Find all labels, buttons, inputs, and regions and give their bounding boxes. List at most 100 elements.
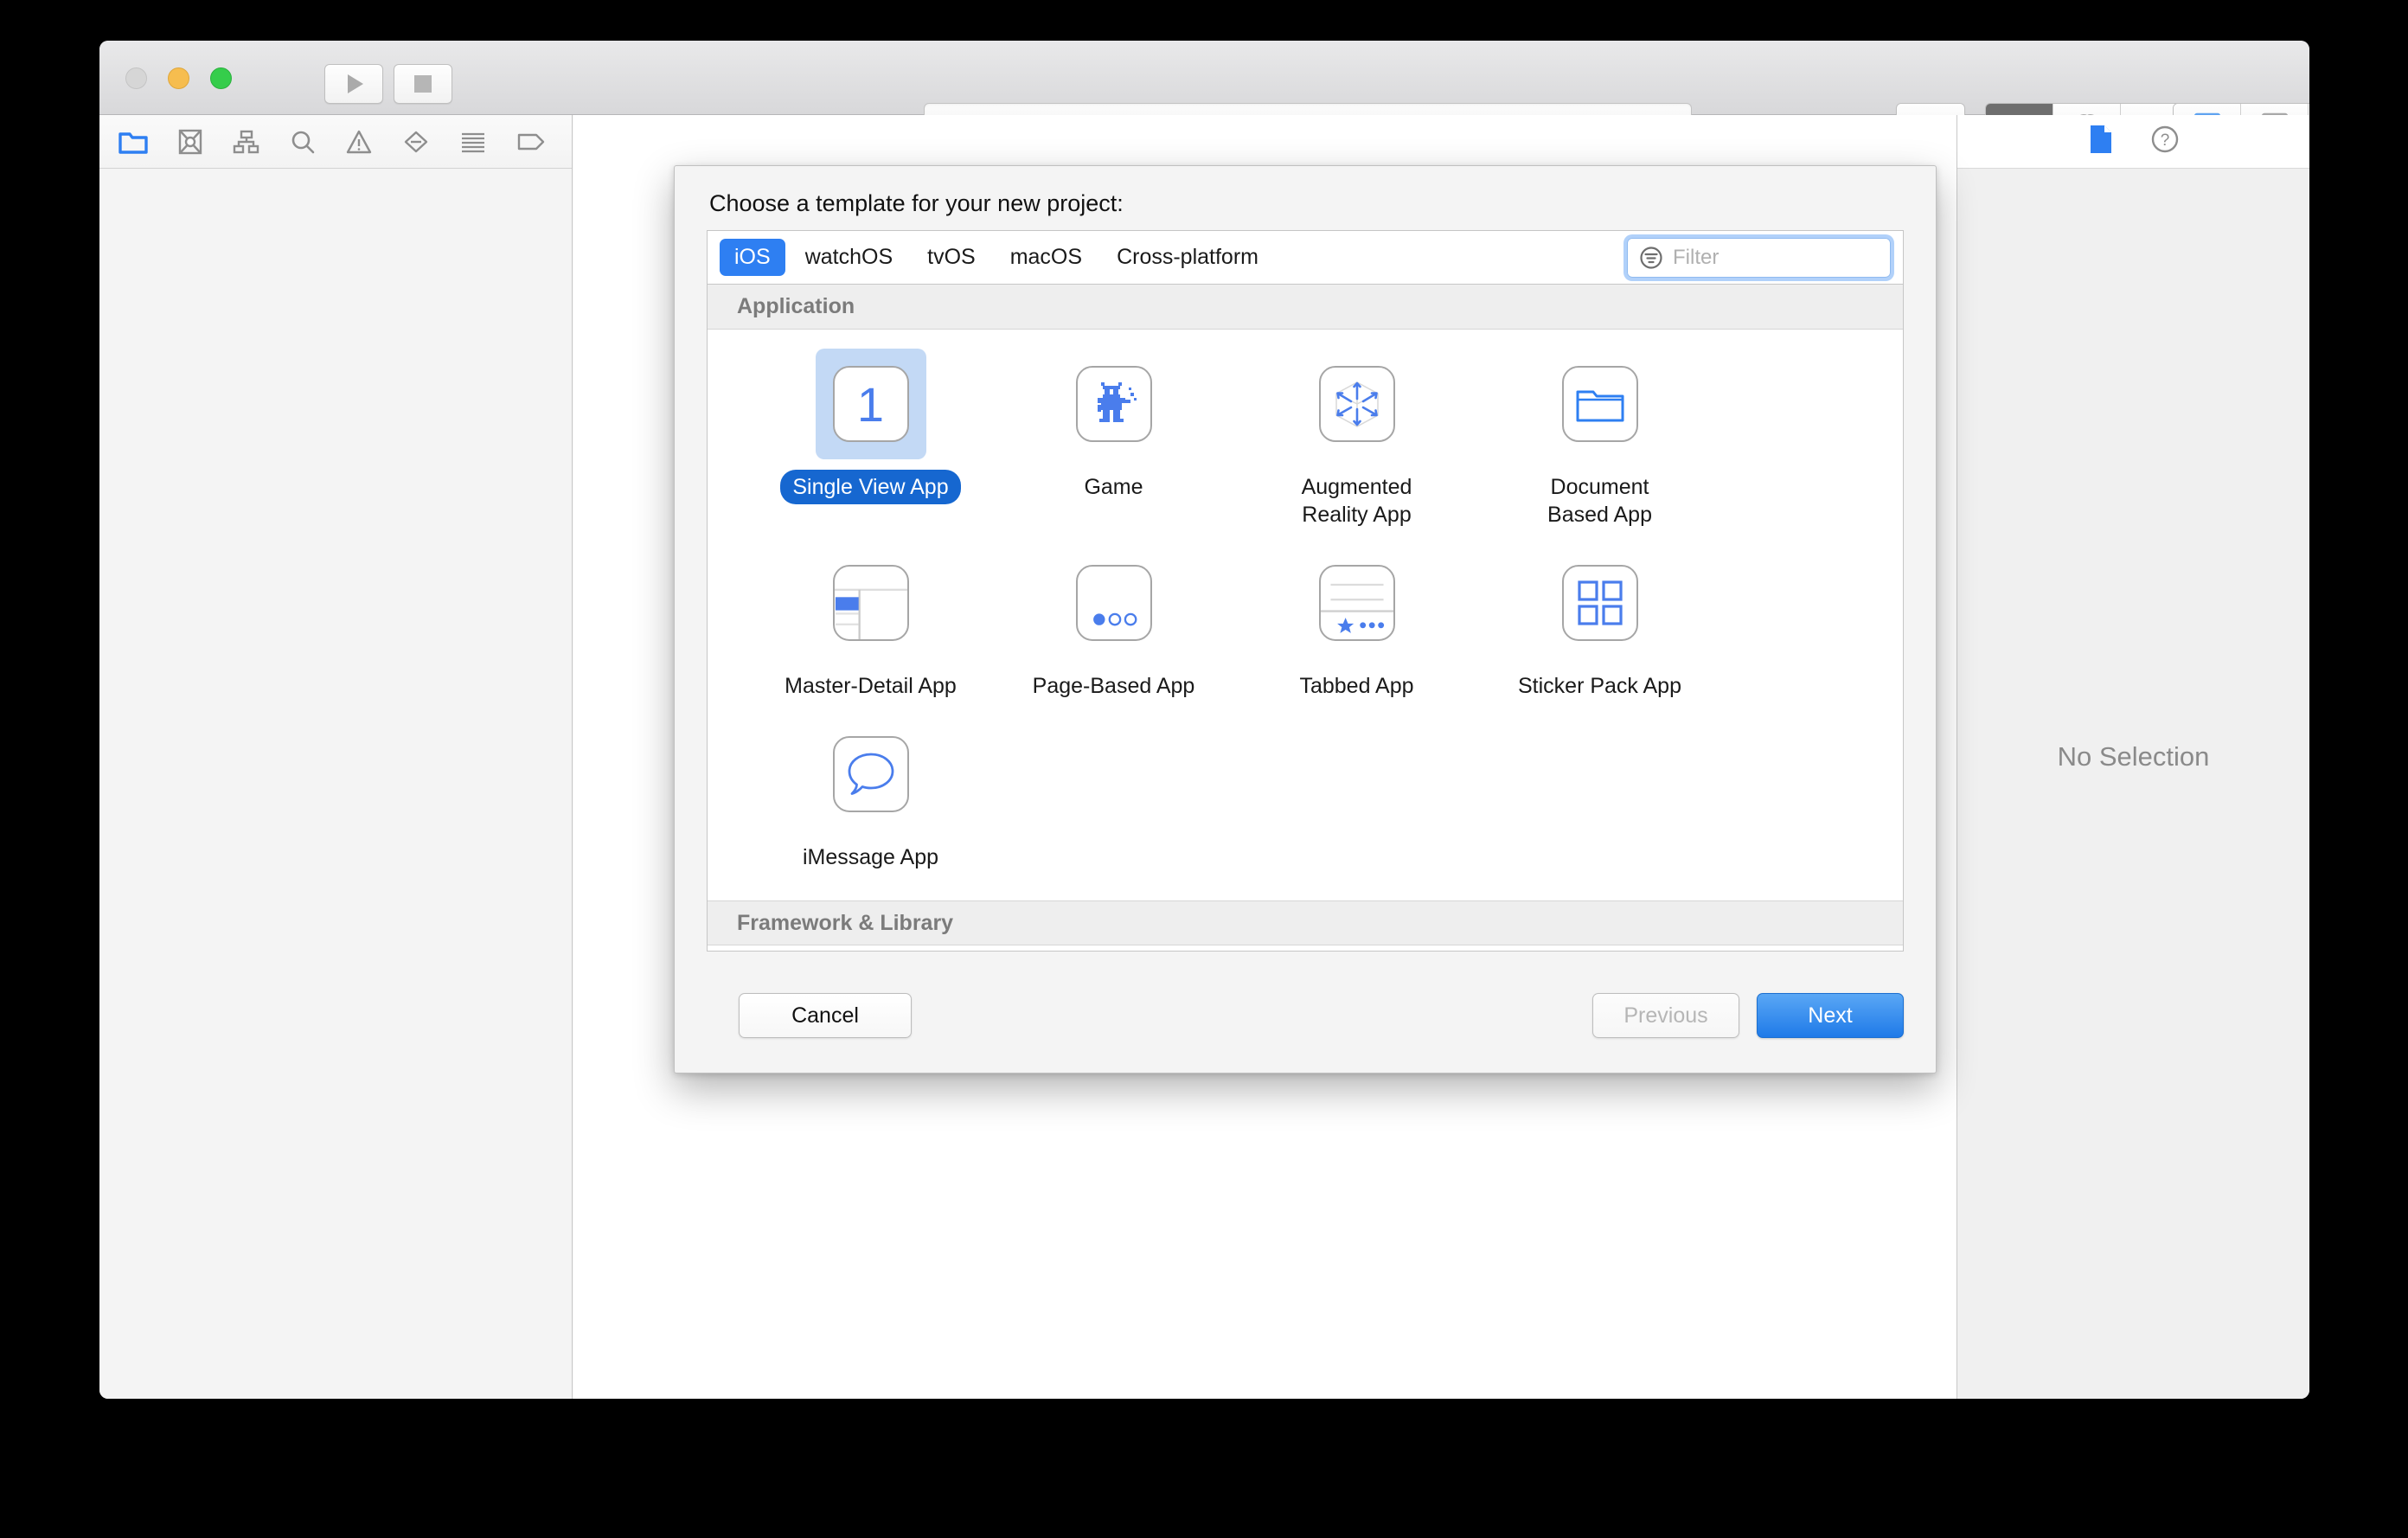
page-control-icon: [1092, 612, 1137, 626]
sticker-grid-icon: [1561, 565, 1638, 641]
source-control-icon: [178, 129, 202, 154]
stop-icon: [414, 75, 432, 93]
tab-bar-icon: [1318, 565, 1395, 641]
speech-bubble-icon: [848, 753, 893, 795]
application-template-grid: 1 Single View App Game Augmented Reality…: [708, 330, 1903, 900]
hierarchy-icon: [233, 130, 259, 153]
breakpoint-navigator-icon[interactable]: [516, 126, 546, 157]
template-label: Single View App: [780, 470, 961, 504]
template-label: Page-Based App: [1032, 674, 1195, 698]
diamond-minus-icon: [404, 131, 428, 152]
filter-input[interactable]: Filter: [1627, 238, 1891, 278]
source-control-navigator-icon[interactable]: [177, 126, 203, 157]
next-button[interactable]: Next: [1757, 993, 1904, 1038]
template-list: Application 1 Single View App Game Augme…: [707, 284, 1904, 952]
minimize-window-button[interactable]: [168, 67, 189, 89]
document-page-icon: [2090, 125, 2111, 153]
inspector-empty-state: No Selection: [2057, 741, 2210, 772]
document-icon-holder: [1545, 349, 1656, 459]
zoom-window-button[interactable]: [210, 67, 232, 89]
window-titlebar: { }: [99, 41, 2309, 144]
inspector-selector-bar: ?: [1957, 115, 2309, 169]
template-label: Document Based App: [1547, 475, 1652, 527]
project-navigator-icon[interactable]: [118, 126, 148, 157]
platform-tab-bar: iOS watchOS tvOS macOS Cross-platform Fi…: [707, 230, 1904, 284]
traffic-light-group: [125, 67, 232, 89]
augmented-reality-icon: [1318, 366, 1395, 442]
game-robot-icon: [1075, 366, 1152, 442]
master-detail-icon: [832, 565, 909, 641]
template-master-detail-app[interactable]: Master-Detail App: [749, 548, 992, 703]
section-header-application: Application: [708, 285, 1903, 330]
debug-navigator-icon[interactable]: [459, 126, 487, 157]
ar-cube-icon: [1335, 381, 1379, 427]
symbol-navigator-icon[interactable]: [233, 126, 260, 157]
page-dots-icon: [1075, 565, 1152, 641]
breakpoint-tag-icon: [517, 133, 545, 150]
template-label: Tabbed App: [1299, 674, 1414, 698]
template-label: Game: [1084, 475, 1143, 499]
stop-button[interactable]: [394, 64, 452, 104]
tab-tvos[interactable]: tvOS: [913, 239, 990, 276]
issue-navigator-icon[interactable]: [345, 126, 373, 157]
template-label: Master-Detail App: [785, 674, 957, 698]
page-based-icon-holder: [1059, 548, 1169, 658]
master-detail-icon-holder: [816, 548, 926, 658]
tab-ios[interactable]: iOS: [720, 239, 785, 276]
template-augmented-reality-app[interactable]: Augmented Reality App: [1235, 349, 1478, 532]
play-icon: [348, 74, 363, 93]
framework-template-grid: Cocoa Touch Framework: [708, 945, 1903, 951]
split-view-icon: [834, 588, 907, 639]
run-button[interactable]: [324, 64, 383, 104]
file-inspector-icon[interactable]: [2088, 124, 2114, 159]
ar-icon-holder: [1302, 349, 1412, 459]
template-label: Sticker Pack App: [1518, 674, 1681, 698]
template-label: iMessage App: [802, 845, 939, 869]
new-project-template-sheet: Choose a template for your new project: …: [674, 165, 1937, 1073]
utilities-pane: ? No Selection: [1956, 115, 2309, 1399]
filter-placeholder: Filter: [1673, 246, 1720, 269]
find-navigator-icon[interactable]: [290, 126, 316, 157]
sheet-title: Choose a template for your new project:: [709, 190, 1124, 216]
sheet-footer: Cancel Previous Next: [707, 952, 1904, 1073]
xcode-main-window: { }: [99, 41, 2309, 1399]
message-bubble-icon: [832, 736, 909, 812]
template-document-based-app[interactable]: Document Based App: [1478, 349, 1721, 532]
imessage-icon-holder: [816, 719, 926, 830]
tab-cross-platform[interactable]: Cross-platform: [1102, 239, 1273, 276]
document-folder-icon: [1561, 366, 1638, 442]
template-label: Augmented Reality App: [1301, 475, 1412, 527]
report-lines-icon: [462, 132, 484, 152]
previous-button[interactable]: Previous: [1592, 993, 1739, 1038]
close-window-button[interactable]: [125, 67, 147, 89]
svg-text:?: ?: [2160, 131, 2169, 150]
tabbar-glyph-icon: [1320, 583, 1393, 633]
test-navigator-icon[interactable]: [402, 126, 430, 157]
tabbed-icon-holder: [1302, 548, 1412, 658]
template-game[interactable]: Game: [992, 349, 1235, 532]
folder-icon: [118, 131, 148, 154]
search-icon: [291, 131, 315, 153]
tab-watchos[interactable]: watchOS: [791, 239, 907, 276]
sticker-icon-holder: [1545, 548, 1656, 658]
filter-icon: [1640, 247, 1662, 269]
quick-help-inspector-icon[interactable]: ?: [2150, 125, 2180, 158]
folder-outline-icon: [1576, 390, 1623, 422]
filter-field-focus-ring: Filter: [1627, 238, 1891, 278]
template-tabbed-app[interactable]: Tabbed App: [1235, 548, 1478, 703]
game-icon-holder: [1059, 349, 1169, 459]
single-view-icon: 1: [832, 366, 909, 442]
single-view-icon-holder: 1: [815, 349, 926, 459]
question-circle-icon: ?: [2151, 125, 2178, 153]
four-square-grid-icon: [1577, 580, 1623, 625]
navigator-selector-bar: [99, 115, 602, 169]
tab-macos[interactable]: macOS: [996, 239, 1097, 276]
template-sticker-pack-app[interactable]: Sticker Pack App: [1478, 548, 1721, 703]
cancel-button[interactable]: Cancel: [739, 993, 912, 1038]
section-header-framework-library: Framework & Library: [708, 900, 1903, 945]
pixel-robot-icon: [1097, 382, 1137, 422]
template-single-view-app[interactable]: 1 Single View App: [749, 349, 992, 532]
template-page-based-app[interactable]: Page-Based App: [992, 548, 1235, 703]
navigator-pane: [99, 115, 602, 1399]
template-imessage-app[interactable]: iMessage App: [749, 719, 992, 875]
